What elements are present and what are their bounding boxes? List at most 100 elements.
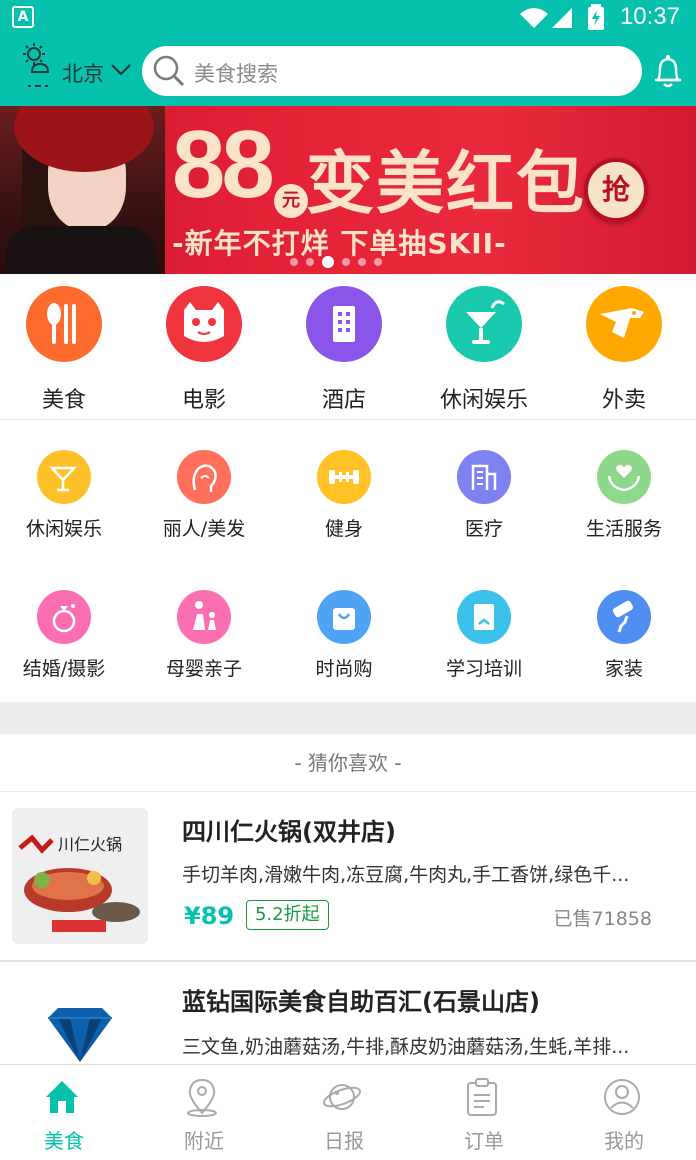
grab-button[interactable]: 抢 [584,158,648,222]
top-header: 北京 美食搜索 [0,34,696,106]
cat-icon [166,286,242,362]
listing-thumbnail [12,978,148,1064]
category-label: 电影 [181,388,226,413]
subcat-label: 时尚购 [315,658,373,680]
subcat-parenting[interactable]: 母婴亲子 [134,590,274,681]
cocktail-icon [37,450,91,504]
tab-nearby[interactable]: 附近 [134,1065,274,1160]
subcat-label: 医疗 [464,518,503,540]
app-badge-icon: A [12,6,34,28]
subcat-wedding[interactable]: 结婚/摄影 [0,590,134,681]
city-selector[interactable]: 北京 [62,58,104,88]
category-label: 外卖 [601,388,646,413]
listing-thumbnail: 川仁火锅 [12,808,148,944]
subcat-life-service[interactable]: 生活服务 [554,450,694,541]
subcat-label: 生活服务 [585,518,662,540]
search-placeholder: 美食搜索 [194,62,278,86]
listing-item[interactable]: 蓝钻国际美食自助百汇(石景山店) 三文鱼,奶油蘑菇汤,牛排,酥皮奶油蘑菇汤,生蚝… [0,964,696,1064]
category-hotel[interactable]: 酒店 [274,286,414,414]
subcat-label: 丽人/美发 [162,518,246,540]
subcat-fashion[interactable]: 时尚购 [274,590,414,681]
discount-badge: 5.2折起 [246,900,329,930]
heart-hand-icon [597,450,651,504]
subcat-label: 母婴亲子 [165,658,242,680]
category-label: 美食 [41,388,86,413]
category-takeout[interactable]: 外卖 [554,286,694,414]
banner-unit: 元 [274,184,308,218]
subcat-label: 家装 [604,658,643,680]
carousel-indicator [290,256,382,268]
bottom-tab-bar: 美食 附近 日报 订单 我的 [0,1064,696,1160]
sold-count: 已售71858 [553,908,652,930]
home-icon [46,1081,78,1113]
battery-icon [588,4,604,30]
planet-icon [322,1084,362,1110]
listing-description: 三文鱼,奶油蘑菇汤,牛排,酥皮奶油蘑菇汤,生蚝,羊排... [182,1036,630,1058]
section-title: - 猜你喜欢 - [0,734,696,792]
signal-icon [520,8,572,29]
paint-roller-icon [597,590,651,644]
shopping-bag-icon [317,590,371,644]
subcat-label: 健身 [324,518,363,540]
carousel-dot[interactable] [306,258,314,266]
svg-text:川仁火锅: 川仁火锅 [58,835,122,854]
clipboard-icon [467,1078,497,1116]
section-divider [0,702,696,734]
banner-title: 变美红包 [306,145,587,224]
carousel-dot[interactable] [342,258,350,266]
promo-banner[interactable]: 88 元 变美红包 -新年不打烊 下单抽SKII- 抢 [0,106,696,274]
location-pin-icon [187,1078,217,1117]
fork-knife-icon [26,286,102,362]
chevron-down-icon[interactable] [110,62,132,78]
tab-daily[interactable]: 日报 [274,1065,414,1160]
category-food[interactable]: 美食 [0,286,134,414]
dumbbell-icon [317,450,371,504]
subcat-beauty[interactable]: 丽人/美发 [134,450,274,541]
subcat-medical[interactable]: 医疗 [414,450,554,541]
hospital-icon [457,450,511,504]
tab-label: 订单 [464,1129,504,1153]
parent-child-icon [177,590,231,644]
subcat-education[interactable]: 学习培训 [414,590,554,681]
tab-label: 我的 [604,1129,644,1153]
listing-description: 手切羊肉,滑嫩牛肉,冻豆腐,牛肉丸,手工香饼,绿色千... [182,864,630,886]
subcat-leisure[interactable]: 休闲娱乐 [0,450,134,541]
category-label: 休闲娱乐 [439,388,528,413]
carousel-dot-active[interactable] [322,256,334,268]
search-input[interactable]: 美食搜索 [142,46,642,96]
listing-item[interactable]: 川仁火锅 四川仁火锅(双井店) 手切羊肉,滑嫩牛肉,冻豆腐,牛肉丸,手工香饼,绿… [0,794,696,962]
subcat-decoration[interactable]: 家装 [554,590,694,681]
weather-icon[interactable] [22,42,54,94]
tab-food[interactable]: 美食 [0,1065,134,1160]
listing-name: 四川仁火锅(双井店) [182,818,396,846]
book-icon [457,590,511,644]
ring-icon [37,590,91,644]
tab-label: 附近 [184,1129,224,1153]
kangaroo-icon [586,286,662,362]
listing-price: ¥89 [184,902,235,930]
carousel-dot[interactable] [358,258,366,266]
carousel-dot[interactable] [374,258,382,266]
category-movie[interactable]: 电影 [134,286,274,414]
cocktail-icon [446,286,522,362]
sub-category-grid: 休闲娱乐 丽人/美发 健身 医疗 生活服务 结婚/摄影 母婴亲子 时尚购 学习培… [0,420,696,702]
category-label: 酒店 [321,388,366,413]
building-icon [306,286,382,362]
tab-label: 日报 [324,1129,364,1153]
subcat-fitness[interactable]: 健身 [274,450,414,541]
status-bar: A 10:37 [0,0,696,34]
category-leisure[interactable]: 休闲娱乐 [414,286,554,414]
subcat-label: 学习培训 [445,658,522,680]
tab-orders[interactable]: 订单 [414,1065,554,1160]
tab-label: 美食 [44,1129,84,1153]
main-category-row: 美食 电影 酒店 休闲娱乐 外卖 [0,274,696,420]
bell-icon[interactable] [652,54,684,88]
subcat-label: 结婚/摄影 [22,658,106,680]
tab-mine[interactable]: 我的 [554,1065,694,1160]
banner-amount: 88 [172,111,275,218]
search-icon [153,55,185,87]
user-icon [604,1079,640,1115]
carousel-dot[interactable] [290,258,298,266]
banner-model-image [0,106,165,274]
clock: 10:37 [619,3,680,30]
